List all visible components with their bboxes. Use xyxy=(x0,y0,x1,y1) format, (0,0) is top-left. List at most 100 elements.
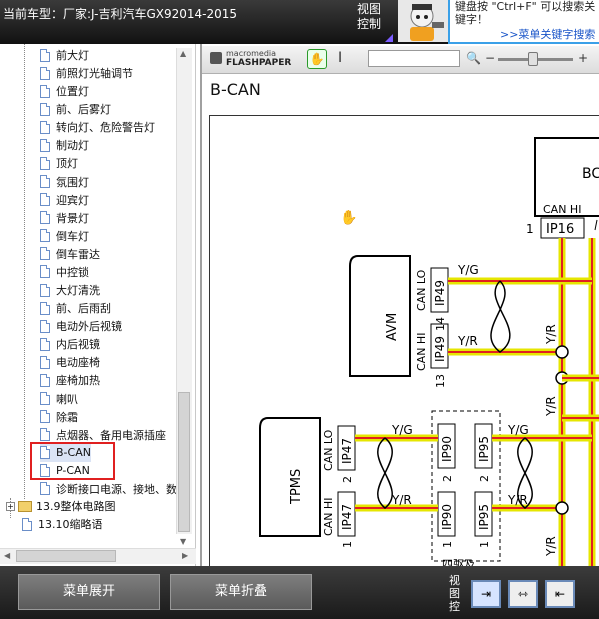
ip47-label: IP47 xyxy=(340,504,354,530)
ip49-label: IP49 xyxy=(433,336,447,362)
tree-item[interactable]: 前大灯 xyxy=(40,46,89,64)
tree-folder-item[interactable]: + 13.9整体电路图 xyxy=(6,497,116,515)
wire-color-label: Y/R xyxy=(457,334,478,348)
expand-plus-icon[interactable]: + xyxy=(6,501,15,511)
pin-label: 2 xyxy=(441,475,454,482)
document-icon xyxy=(40,301,50,315)
pin-label: 2 xyxy=(478,475,491,482)
folder-icon xyxy=(18,500,32,512)
tree-item[interactable]: 倒车灯 xyxy=(40,227,89,245)
wire-color-label: Y/G xyxy=(507,423,529,437)
view-collapse-left-button[interactable]: ⇥ xyxy=(471,580,501,608)
tree-item[interactable]: 诊断接口电源、接地、数 xyxy=(40,480,177,498)
menu-collapse-button[interactable]: 菜单折叠 xyxy=(170,574,312,610)
document-icon xyxy=(40,373,50,387)
tree-vertical-scroll-thumb[interactable] xyxy=(178,392,190,532)
tree-item-label: 13.10缩略语 xyxy=(38,518,103,531)
tree-item[interactable]: 前、后雨刮 xyxy=(40,299,111,317)
ip90-label: IP90 xyxy=(440,436,454,462)
tree-item[interactable]: 氛围灯 xyxy=(40,173,89,191)
selection-highlight-box xyxy=(30,442,115,480)
tree-item[interactable]: 电动外后视镜 xyxy=(40,317,122,335)
scroll-up-icon[interactable]: ▲ xyxy=(180,49,186,58)
wire-color-label: Y/G xyxy=(457,263,479,277)
tree-item[interactable]: 顶灯 xyxy=(40,154,78,172)
tree-item[interactable]: 除霜 xyxy=(40,408,78,426)
scroll-down-icon[interactable]: ▼ xyxy=(180,537,186,546)
tree-item[interactable]: 转向灯、危险警告灯 xyxy=(40,118,155,136)
car-model-title: 当前车型：厂家:J-吉利汽车GX92014-2015 xyxy=(3,7,238,21)
tree-item-abbreviations[interactable]: 13.10缩略语 xyxy=(22,515,103,533)
tree-item[interactable]: 点烟器、备用电源插座 xyxy=(40,426,166,444)
tree-item[interactable]: 背景灯 xyxy=(40,209,89,227)
document-icon xyxy=(40,175,50,189)
tree-item[interactable]: 内后视镜 xyxy=(40,335,100,353)
tree-item-label: 喇叭 xyxy=(56,392,78,406)
tree-horizontal-scroll-thumb[interactable] xyxy=(16,550,116,562)
document-icon xyxy=(40,283,50,297)
menu-keyword-search-link[interactable]: >>菜单关键字搜索 xyxy=(500,26,595,42)
document-icon xyxy=(40,211,50,225)
tree-item[interactable]: 喇叭 xyxy=(40,390,78,408)
tree-item-label: 背景灯 xyxy=(56,211,89,225)
flashpaper-logo-icon xyxy=(210,52,222,64)
text-select-icon[interactable]: I xyxy=(338,50,342,66)
document-icon xyxy=(40,66,50,80)
document-icon xyxy=(40,410,50,424)
tree-item[interactable]: 前、后雾灯 xyxy=(40,100,111,118)
pin-label: 1 xyxy=(478,541,491,548)
tree-item[interactable]: 迎宾灯 xyxy=(40,191,89,209)
tree-item-label: 转向灯、危险警告灯 xyxy=(56,121,155,135)
scroll-left-icon[interactable]: ◀ xyxy=(4,551,10,560)
view-control-triangle-icon[interactable] xyxy=(385,34,393,42)
splice-point xyxy=(555,501,569,515)
tree-item[interactable]: 电动座椅 xyxy=(40,353,100,371)
tree-item-label: 内后视镜 xyxy=(56,338,100,352)
tree-item[interactable]: 大灯清洗 xyxy=(40,281,100,299)
tree-item[interactable]: 座椅加热 xyxy=(40,371,100,389)
search-icon[interactable]: 🔍 xyxy=(466,51,481,65)
pin-label: 13 xyxy=(434,374,447,388)
hand-tool-icon[interactable]: ✋ xyxy=(307,49,327,69)
view-control-label[interactable]: 视图控制 xyxy=(357,2,389,32)
zoom-slider-knob[interactable] xyxy=(528,52,538,66)
tree-item-label: 电动外后视镜 xyxy=(56,320,122,334)
pin-label: 1 xyxy=(441,541,454,548)
splice-point xyxy=(555,345,569,359)
tree-item[interactable]: 位置灯 xyxy=(40,82,89,100)
ip49-label: IP49 xyxy=(433,280,447,306)
view-split-button[interactable]: ⇿ xyxy=(508,580,538,608)
tree-item-label: 倒车灯 xyxy=(56,229,89,243)
tree-item[interactable]: 制动灯 xyxy=(40,136,89,154)
ip47-label: IP47 xyxy=(340,438,354,464)
tree-item[interactable]: 中控锁 xyxy=(40,263,89,281)
tree-item[interactable]: 倒车雷达 xyxy=(40,245,100,263)
pin-label: 2 xyxy=(341,476,354,483)
zoom-in-icon[interactable]: + xyxy=(578,51,588,65)
wiring-diagram: BC CAN HI IP16 1 AVM CAN LO CAN HI IP49 … xyxy=(259,137,599,566)
menu-expand-button[interactable]: 菜单展开 xyxy=(18,574,160,610)
zoom-out-icon[interactable]: − xyxy=(485,51,495,65)
wire-color-label: Y/R xyxy=(544,536,558,557)
ip90-label: IP90 xyxy=(440,504,454,530)
tree-folder-label: 13.9整体电路图 xyxy=(36,500,116,513)
avm-box xyxy=(349,255,411,377)
can-hi-label: CAN HI xyxy=(415,333,428,371)
tree-item-label: 迎宾灯 xyxy=(56,193,89,207)
ip16-label: IP16 xyxy=(546,222,574,237)
tip-text: 键盘按 "Ctrl+F" 可以搜索关键字！ xyxy=(455,0,596,26)
document-icon xyxy=(40,229,50,243)
view-collapse-right-button[interactable]: ⇤ xyxy=(545,580,575,608)
document-icon xyxy=(40,48,50,62)
document-icon xyxy=(40,138,50,152)
scroll-right-icon[interactable]: ▶ xyxy=(182,551,188,560)
split-arrows-icon: ⇿ xyxy=(517,587,529,601)
mascot-icon xyxy=(398,0,448,42)
tree-item-label: 倒车雷达 xyxy=(56,247,100,261)
twisted-pair-icon xyxy=(377,437,393,509)
document-icon xyxy=(40,428,50,442)
tree-item[interactable]: 前照灯光轴调节 xyxy=(40,64,133,82)
ip95-label: IP95 xyxy=(477,436,491,462)
find-input[interactable] xyxy=(368,50,460,67)
document-icon xyxy=(40,102,50,116)
